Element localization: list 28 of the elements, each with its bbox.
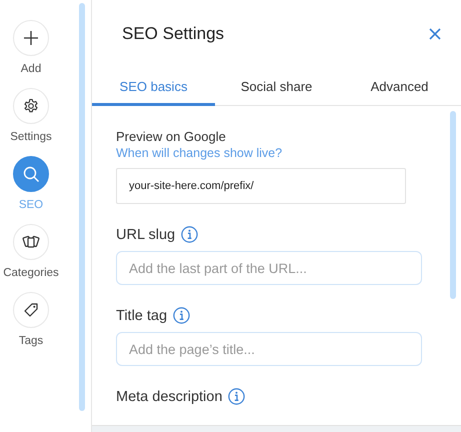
sidebar-label: Categories (3, 267, 59, 279)
tab[interactable]: Advanced (338, 71, 461, 106)
settings-icon (23, 98, 39, 114)
sidebar-label: Add (20, 63, 42, 75)
tab[interactable]: SEO basics (92, 71, 215, 106)
close-button[interactable] (427, 26, 443, 42)
info-icon[interactable] (181, 226, 198, 243)
search-icon (22, 165, 40, 183)
tag-icon (23, 302, 39, 318)
sidebar-label: Tags (18, 335, 44, 347)
url-preview-field[interactable]: your-site-here.com/prefix/ (116, 168, 406, 204)
field-label: Meta description (116, 388, 222, 404)
panel-title: SEO Settings (122, 24, 224, 44)
field-label: URL slug (116, 226, 176, 242)
plus-icon (23, 30, 39, 46)
cards-icon (22, 234, 40, 250)
scrollbar[interactable] (450, 111, 456, 299)
field-label: Title tag (116, 308, 168, 324)
text-field[interactable]: Add the last part of the URL... (116, 251, 422, 285)
sidebar-label: Settings (10, 131, 52, 143)
info-icon[interactable] (228, 388, 246, 405)
section-label: Preview on Google (116, 129, 226, 144)
text-field[interactable]: Add the page’s title... (116, 332, 422, 366)
sidebar-label: SEO (18, 199, 44, 211)
tab[interactable]: Social share (215, 71, 338, 106)
info-icon[interactable] (173, 307, 190, 324)
scrollbar[interactable] (79, 3, 85, 411)
close-icon (429, 28, 441, 40)
